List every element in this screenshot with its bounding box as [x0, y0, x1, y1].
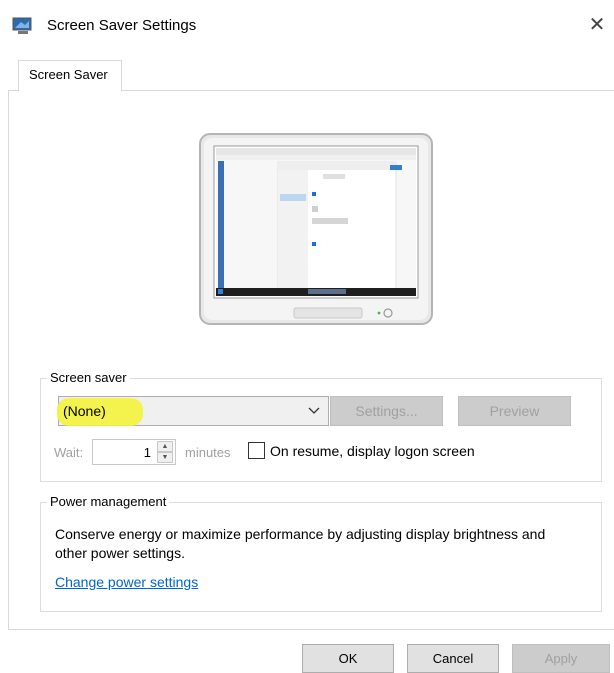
stepper-up-icon[interactable]: ▲: [157, 441, 173, 452]
resume-logon-checkbox[interactable]: [248, 442, 265, 459]
wait-label: Wait:: [54, 445, 84, 460]
tab-label: Screen Saver: [29, 67, 108, 82]
screen-saver-group-label: Screen saver: [47, 370, 130, 385]
power-management-group: Power management Conserve energy or maxi…: [40, 494, 602, 612]
power-description: Conserve energy or maximize performance …: [55, 526, 546, 561]
close-icon[interactable]: ✕: [584, 12, 610, 38]
window-title: Screen Saver Settings: [47, 17, 197, 34]
apply-button[interactable]: Apply: [512, 644, 610, 673]
preview-button[interactable]: Preview: [458, 396, 571, 426]
screen-saver-group: Screen saver (None) Settings... Preview …: [40, 370, 602, 482]
resume-logon-label[interactable]: On resume, display logon screen: [270, 443, 475, 459]
wait-stepper[interactable]: 1 ▲ ▼: [92, 439, 176, 465]
screen-saver-select-value: (None): [63, 403, 106, 419]
monitor-icon: [12, 17, 34, 35]
wait-value: 1: [143, 445, 151, 460]
monitor-preview: [198, 132, 434, 328]
title-bar: Screen Saver Settings ✕: [0, 0, 614, 52]
power-management-group-label: Power management: [47, 494, 170, 509]
minutes-label: minutes: [185, 445, 231, 460]
stepper-down-icon[interactable]: ▼: [157, 452, 173, 463]
settings-button[interactable]: Settings...: [330, 396, 443, 426]
chevron-down-icon: [308, 404, 320, 418]
change-power-settings-link[interactable]: Change power settings: [55, 574, 198, 590]
tab-screen-saver[interactable]: Screen Saver: [18, 60, 122, 91]
cancel-button[interactable]: Cancel: [407, 644, 499, 673]
screen-saver-select[interactable]: (None): [57, 396, 329, 426]
ok-button[interactable]: OK: [302, 644, 394, 673]
